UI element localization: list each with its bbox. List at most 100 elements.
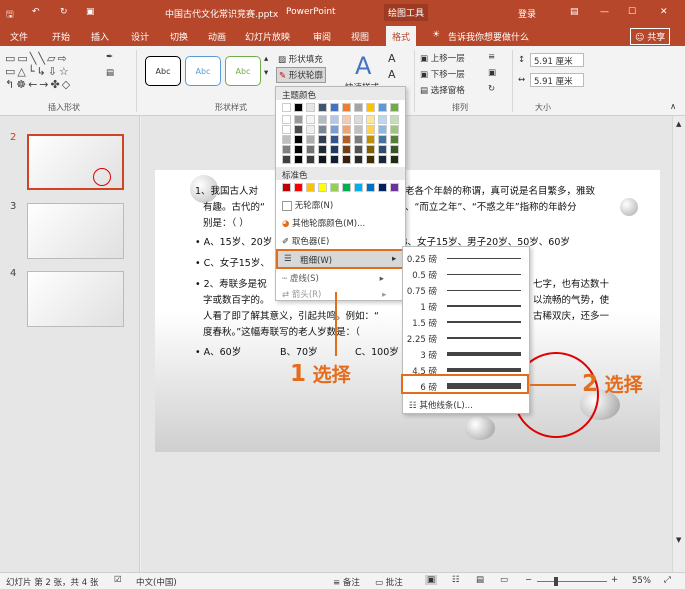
- selection-pane-button[interactable]: ▤ 选择窗格: [420, 84, 465, 96]
- tab-insert[interactable]: 插入: [91, 30, 109, 43]
- theme-color-swatch[interactable]: [390, 103, 399, 112]
- slide-thumb-3[interactable]: [27, 203, 124, 259]
- theme-color-swatch[interactable]: [342, 155, 351, 164]
- shape-fill-button[interactable]: ▨ 形状填充: [278, 53, 323, 65]
- theme-color-swatch[interactable]: [294, 135, 303, 144]
- weight-option[interactable]: 0.25 磅: [403, 250, 529, 266]
- text-fill-icon[interactable]: A: [388, 52, 396, 65]
- theme-color-swatch[interactable]: [390, 135, 399, 144]
- collapse-ribbon-icon[interactable]: ∧: [670, 102, 676, 112]
- undo-icon[interactable]: ↶: [32, 7, 40, 17]
- zoom-slider-thumb[interactable]: [554, 577, 559, 586]
- standard-color-swatch[interactable]: [282, 183, 291, 192]
- style-preset-2[interactable]: Abc: [185, 56, 221, 86]
- standard-color-swatch[interactable]: [306, 183, 315, 192]
- standard-color-swatch[interactable]: [378, 183, 387, 192]
- weight-option[interactable]: 1 磅: [403, 298, 529, 314]
- weight-option[interactable]: 3 磅: [403, 346, 529, 362]
- dashes-item[interactable]: ┄ 虚线(S) ▸: [282, 272, 384, 284]
- theme-color-swatch[interactable]: [342, 135, 351, 144]
- theme-color-swatch[interactable]: [354, 135, 363, 144]
- more-colors-item[interactable]: ◕ 其他轮廓颜色(M)...: [282, 217, 365, 229]
- more-lines-item[interactable]: ☷ 其他线条(L)...: [409, 399, 473, 411]
- theme-color-swatch[interactable]: [330, 125, 339, 134]
- bring-forward-button[interactable]: ▣ 上移一层: [420, 52, 465, 64]
- tab-file[interactable]: 文件: [10, 30, 28, 43]
- theme-color-swatch[interactable]: [318, 125, 327, 134]
- theme-color-swatch[interactable]: [342, 115, 351, 124]
- scroll-up-icon[interactable]: ▲: [676, 120, 681, 128]
- tell-me-input[interactable]: 告诉我你想要做什么: [448, 30, 529, 43]
- vertical-scrollbar[interactable]: ▲ ▼: [672, 116, 685, 572]
- reading-view-icon[interactable]: ▤: [476, 575, 484, 585]
- theme-color-swatch[interactable]: [294, 145, 303, 154]
- theme-color-swatch[interactable]: [378, 155, 387, 164]
- theme-color-swatch[interactable]: [330, 155, 339, 164]
- theme-color-swatch[interactable]: [306, 115, 315, 124]
- text-outline-icon[interactable]: A: [388, 68, 396, 81]
- tab-slideshow[interactable]: 幻灯片放映: [245, 30, 290, 43]
- zoom-in-icon[interactable]: +: [611, 575, 618, 585]
- rotate-icon[interactable]: ↻: [488, 84, 495, 94]
- theme-color-swatch[interactable]: [366, 103, 375, 112]
- slide-thumb-2[interactable]: [27, 134, 124, 190]
- theme-color-swatch[interactable]: [342, 145, 351, 154]
- ribbon-display-icon[interactable]: ▤: [570, 7, 579, 17]
- language-indicator[interactable]: 中文(中国): [136, 576, 177, 588]
- theme-color-swatch[interactable]: [318, 103, 327, 112]
- zoom-out-icon[interactable]: −: [525, 575, 532, 585]
- maximize-button[interactable]: ☐: [628, 7, 636, 17]
- scroll-down-icon[interactable]: ▼: [676, 536, 681, 544]
- theme-color-swatch[interactable]: [294, 103, 303, 112]
- tab-home[interactable]: 开始: [52, 30, 70, 43]
- share-button[interactable]: ☺ 共享: [630, 28, 671, 45]
- theme-color-swatch[interactable]: [354, 155, 363, 164]
- tab-review[interactable]: 审阅: [313, 30, 331, 43]
- tab-design[interactable]: 设计: [131, 30, 149, 43]
- weight-option[interactable]: 1.5 磅: [403, 314, 529, 330]
- tab-animations[interactable]: 动画: [208, 30, 226, 43]
- theme-color-swatch[interactable]: [306, 145, 315, 154]
- shape-outline-button[interactable]: ✎ 形状轮廓: [276, 67, 326, 83]
- theme-color-swatch[interactable]: [282, 135, 291, 144]
- theme-color-swatch[interactable]: [306, 125, 315, 134]
- width-input[interactable]: 5.91 厘米: [530, 73, 584, 87]
- slideshow-view-icon[interactable]: ▭: [500, 575, 508, 585]
- theme-color-swatch[interactable]: [306, 103, 315, 112]
- theme-color-swatch[interactable]: [294, 115, 303, 124]
- tab-view[interactable]: 视图: [351, 30, 369, 43]
- theme-color-swatch[interactable]: [318, 115, 327, 124]
- theme-color-swatch[interactable]: [378, 103, 387, 112]
- notes-button[interactable]: ≡ 备注: [333, 576, 360, 588]
- theme-color-swatch[interactable]: [354, 103, 363, 112]
- tab-format[interactable]: 格式: [386, 26, 417, 46]
- theme-color-swatch[interactable]: [366, 145, 375, 154]
- theme-color-swatch[interactable]: [282, 125, 291, 134]
- zoom-slider[interactable]: [537, 581, 607, 582]
- theme-color-swatch[interactable]: [330, 145, 339, 154]
- standard-color-swatch[interactable]: [366, 183, 375, 192]
- theme-color-swatch[interactable]: [282, 155, 291, 164]
- normal-view-icon[interactable]: ▣: [425, 575, 438, 585]
- theme-color-swatch[interactable]: [366, 155, 375, 164]
- weight-option[interactable]: 2.25 磅: [403, 330, 529, 346]
- send-backward-button[interactable]: ▣ 下移一层: [420, 68, 465, 80]
- standard-color-swatch[interactable]: [294, 183, 303, 192]
- theme-color-swatch[interactable]: [282, 115, 291, 124]
- eyedropper-item[interactable]: ✐ 取色器(E): [282, 235, 329, 247]
- align-icon[interactable]: ≡: [488, 52, 495, 62]
- theme-color-swatch[interactable]: [390, 155, 399, 164]
- spellcheck-icon[interactable]: ☑: [114, 575, 122, 585]
- weight-item[interactable]: ☰ 粗细(W) ▸: [276, 249, 405, 269]
- theme-color-swatch[interactable]: [378, 115, 387, 124]
- theme-color-swatch[interactable]: [294, 155, 303, 164]
- theme-color-swatch[interactable]: [318, 135, 327, 144]
- theme-color-swatch[interactable]: [282, 103, 291, 112]
- redo-icon[interactable]: ↻: [60, 7, 68, 17]
- theme-color-swatch[interactable]: [390, 145, 399, 154]
- standard-color-swatch[interactable]: [354, 183, 363, 192]
- style-preset-3[interactable]: Abc: [225, 56, 261, 86]
- slide-sorter-icon[interactable]: ☷: [452, 575, 460, 585]
- height-input[interactable]: 5.91 厘米: [530, 53, 584, 67]
- zoom-level[interactable]: 55%: [632, 576, 651, 586]
